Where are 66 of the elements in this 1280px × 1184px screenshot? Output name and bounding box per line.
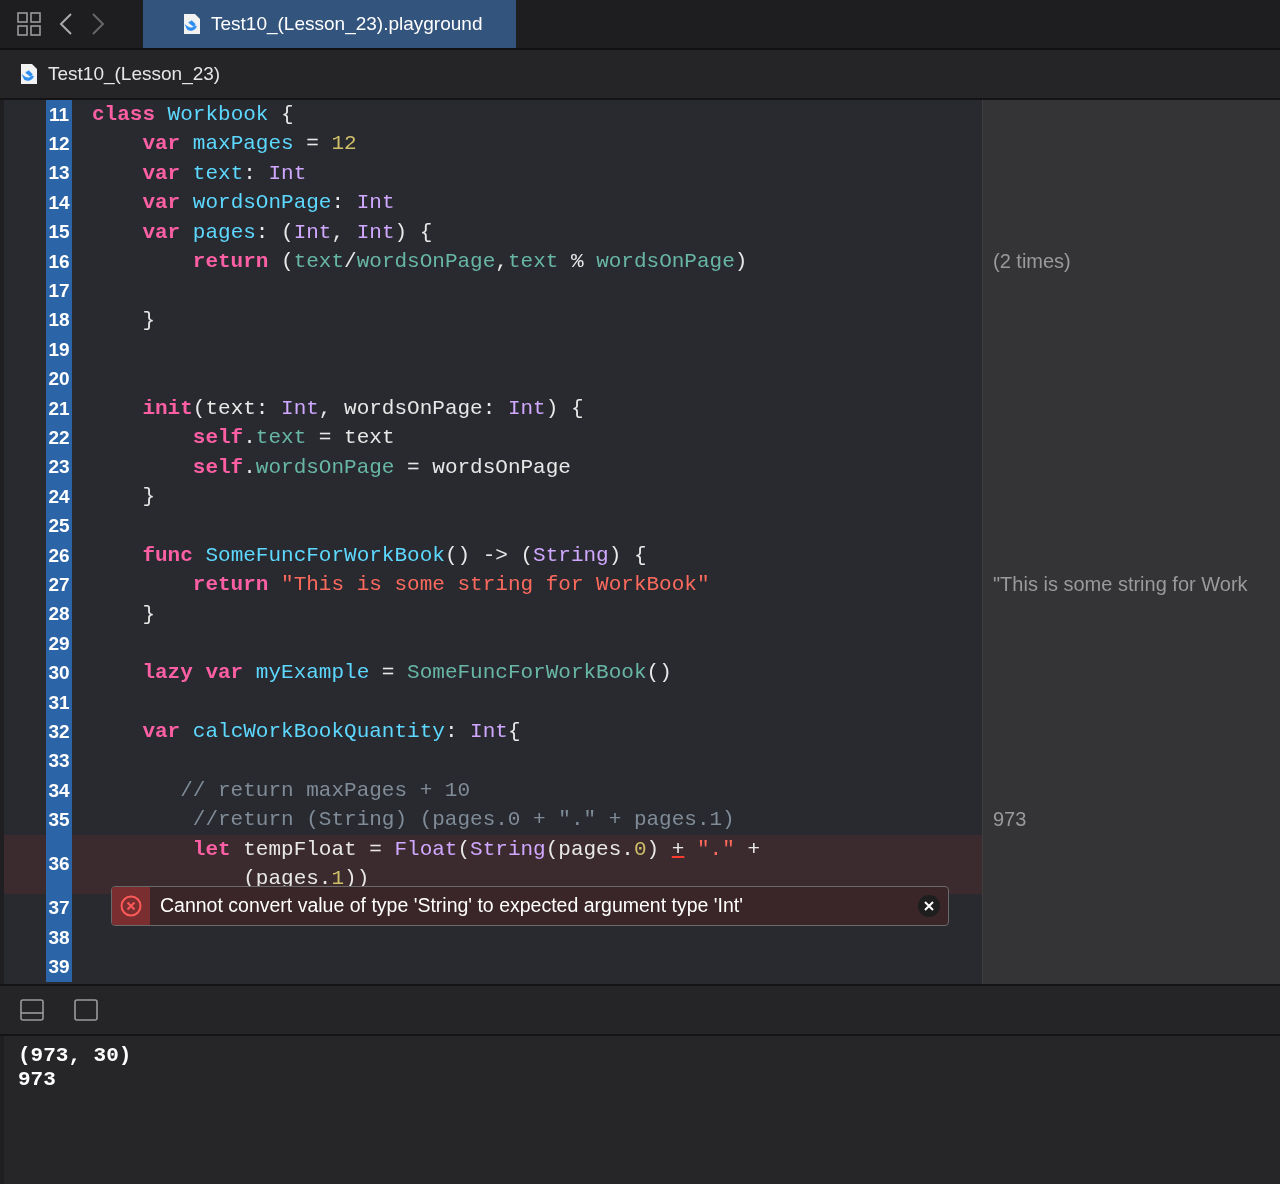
swift-file-icon xyxy=(20,63,38,85)
swift-file-icon xyxy=(183,13,201,35)
line-number: 39 xyxy=(46,952,72,982)
code-line: // return maxPages + 10 xyxy=(179,778,472,804)
code-line: self.wordsOnPage = wordsOnPage xyxy=(191,454,572,481)
line-number: 28 xyxy=(46,599,72,630)
line-number: 37 xyxy=(46,893,72,923)
line-number: 25 xyxy=(46,511,72,541)
line-number: 17 xyxy=(46,276,72,306)
back-icon[interactable] xyxy=(59,12,73,36)
code-line: var maxPages = 12 xyxy=(141,131,358,158)
code-line: let tempFloat = Float(String(pages.0) + "." + xyxy=(191,836,761,863)
line-number: 30 xyxy=(46,658,72,688)
line-number: 38 xyxy=(46,922,72,953)
line-number: 20 xyxy=(46,364,72,394)
line-number: 36 xyxy=(46,834,72,894)
panel-icon[interactable] xyxy=(74,999,98,1021)
code-line: } xyxy=(141,484,156,511)
panel-split-icon[interactable] xyxy=(20,999,44,1021)
result-value[interactable]: 973 xyxy=(993,805,1027,835)
forward-icon[interactable] xyxy=(91,12,105,36)
line-number: 24 xyxy=(46,482,72,512)
line-number: 11 xyxy=(46,100,72,130)
console-output: 973 xyxy=(18,1068,57,1092)
line-number: 15 xyxy=(46,217,72,247)
line-number: 21 xyxy=(46,393,72,424)
line-number: 29 xyxy=(46,629,72,659)
line-number: 26 xyxy=(46,540,72,571)
result-value[interactable]: (2 times) xyxy=(993,246,1071,277)
code-line: func SomeFuncForWorkBook() -> (String) { xyxy=(141,542,648,569)
code-line: return "This is some string for WorkBook" xyxy=(191,572,711,599)
close-icon xyxy=(924,900,934,911)
line-number: 32 xyxy=(46,717,72,747)
code-line: } xyxy=(141,307,156,334)
code-line: class Workbook { xyxy=(92,102,295,128)
code-line: //return (String) (pages.0 + "." + pages.1) xyxy=(191,807,736,834)
close-button[interactable] xyxy=(918,894,940,917)
error-message: Cannot convert value of type 'String' to expected argument type 'Int' xyxy=(159,894,744,918)
line-number: 35 xyxy=(46,805,72,835)
line-number: 27 xyxy=(46,570,72,600)
error-icon xyxy=(120,894,142,917)
code-line: var calcWorkBookQuantity: Int{ xyxy=(141,719,522,746)
line-number: 12 xyxy=(46,129,72,159)
file-tab[interactable]: Test10_(Lesson_23).playground xyxy=(143,0,517,48)
line-number: 13 xyxy=(46,158,72,189)
code-line: init(text: Int, wordsOnPage: Int) { xyxy=(141,395,585,422)
code-line: var pages: (Int, Int) { xyxy=(141,219,434,246)
code-line: return (text/wordsOnPage,text % wordsOnPage) xyxy=(191,248,749,275)
line-number: 33 xyxy=(46,746,72,776)
code-line: var text: Int xyxy=(141,160,308,187)
line-number: 19 xyxy=(46,335,72,365)
code-line: var wordsOnPage: Int xyxy=(141,190,396,217)
code-line: lazy var myExample = SomeFuncForWorkBook() xyxy=(141,660,673,687)
line-number: 31 xyxy=(46,687,72,718)
grid-icon[interactable] xyxy=(17,12,41,36)
line-number: 22 xyxy=(46,423,72,453)
line-number: 34 xyxy=(46,776,72,806)
line-number: 16 xyxy=(46,246,72,277)
result-value[interactable]: "This is some string for Work xyxy=(993,570,1248,600)
code-line: self.text = text xyxy=(191,425,396,452)
breadcrumb-item[interactable]: Test10_(Lesson_23) xyxy=(48,63,221,85)
console-output: (973, 30) xyxy=(18,1044,133,1068)
line-number: 18 xyxy=(46,305,72,336)
line-number: 14 xyxy=(46,188,72,218)
line-number: 23 xyxy=(46,452,72,483)
code-line: } xyxy=(141,601,156,628)
